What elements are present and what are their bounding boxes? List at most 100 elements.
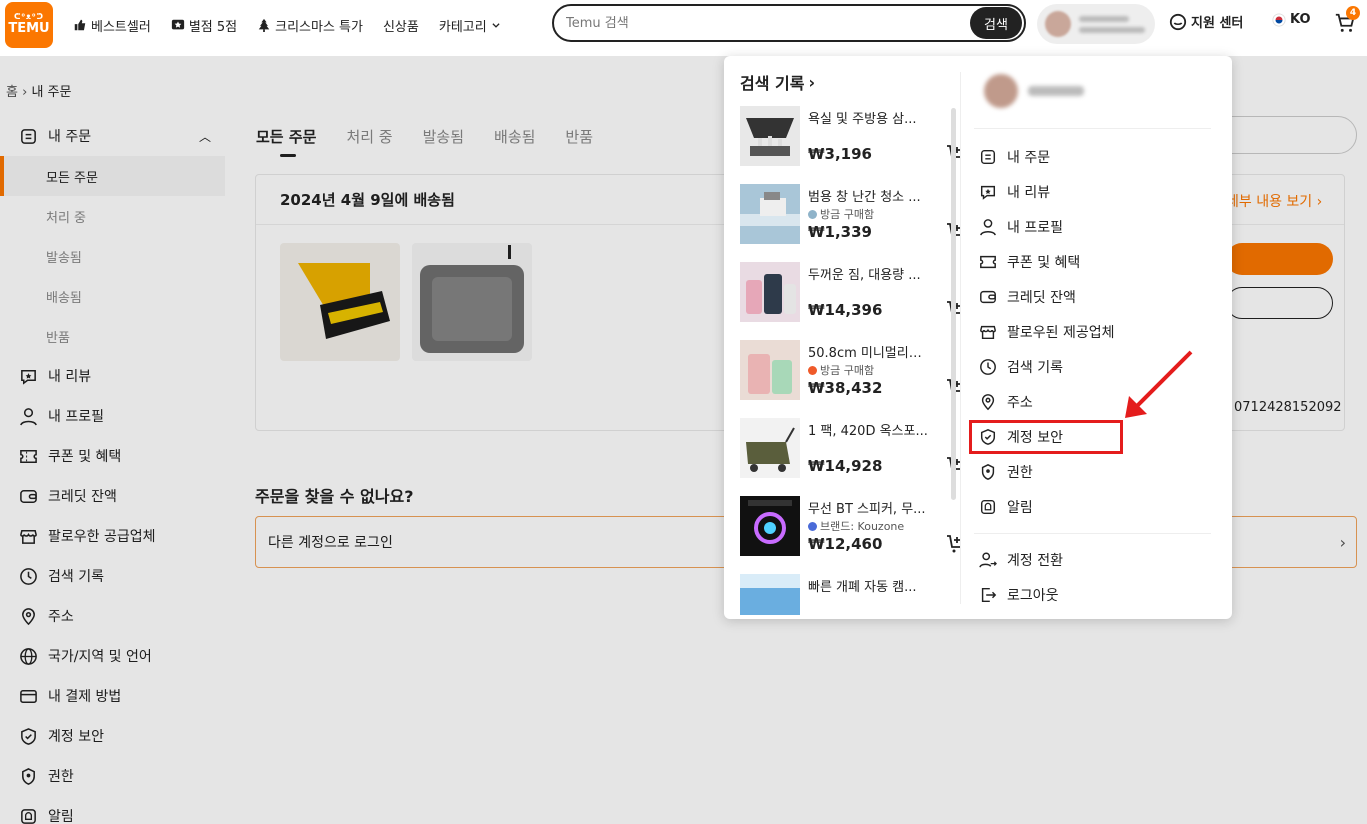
- menu-item-followed[interactable]: 팔로우된 제공업체: [979, 320, 1115, 344]
- nav-bestseller[interactable]: 베스트셀러: [73, 16, 151, 35]
- sidebar-sub-shipped[interactable]: 발송됨: [0, 236, 225, 276]
- sidebar-sub-processing[interactable]: 처리 중: [0, 196, 225, 236]
- sidebar-item-security[interactable]: 계정 보안: [0, 716, 225, 756]
- nav-category[interactable]: 카테고리: [439, 16, 501, 35]
- add-to-cart-icon[interactable]: [946, 534, 960, 554]
- sidebar-sub-delivered[interactable]: 배송됨: [0, 276, 225, 316]
- avatar: [984, 74, 1018, 108]
- history-product[interactable]: 범용 창 난간 청소 ... 방금 구매함 ₩1,339: [740, 184, 960, 262]
- product-image: [740, 262, 800, 322]
- history-product[interactable]: 무선 BT 스피커, 무... 브랜드: Kouzone ₩12,460: [740, 496, 960, 574]
- account-button[interactable]: [1037, 4, 1155, 44]
- nav-five-star[interactable]: 별점 5점: [171, 16, 237, 35]
- menu-item-address[interactable]: 주소: [979, 390, 1033, 414]
- product-name: 욕실 및 주방용 삼...: [808, 112, 917, 127]
- search-history-title[interactable]: 검색 기록 ›: [740, 70, 960, 94]
- star-badge-icon: [171, 19, 184, 30]
- not-found-title: 주문을 찾을 수 없나요?: [255, 487, 414, 506]
- account-name-blurred: [1079, 15, 1145, 33]
- menu-item-permissions[interactable]: 권한: [979, 460, 1033, 484]
- menu-item-history[interactable]: 검색 기록: [979, 355, 1063, 379]
- clock-icon: [980, 359, 996, 375]
- language-selector[interactable]: KO: [1272, 12, 1311, 27]
- tab-returns[interactable]: 반품: [565, 126, 593, 147]
- buyer-avatar-icon: [808, 209, 817, 219]
- menu-item-profile[interactable]: 내 프로필: [979, 215, 1063, 239]
- menu-item-notifications[interactable]: 알림: [979, 495, 1033, 519]
- profile-name-blurred: [1028, 86, 1084, 96]
- history-product[interactable]: 빠른 개폐 자동 캠...: [740, 574, 960, 615]
- menu-item-label: 계정 전환: [1007, 553, 1063, 569]
- menu-item-credit[interactable]: 크레딧 잔액: [979, 285, 1076, 309]
- sidebar-item-address[interactable]: 주소: [0, 596, 225, 636]
- order-detail-link[interactable]: 세부 내용 보기 ›: [1226, 191, 1322, 211]
- chevron-up-icon[interactable]: ︿: [199, 128, 211, 145]
- product-name: 50.8cm 미니멀리스...: [808, 346, 930, 361]
- product-info: 무선 BT 스피커, 무... 브랜드: Kouzone ₩12,460: [808, 496, 960, 574]
- menu-item-logout[interactable]: 로그아웃: [979, 583, 1059, 607]
- coupon-icon: [18, 446, 38, 466]
- sidebar-item-followed[interactable]: 팔로우한 공급업체: [0, 516, 225, 556]
- sidebar: 내 주문 ︿ 모든 주문 처리 중 발송됨 배송됨 반품 내 리뷰 내 프로필 …: [0, 116, 225, 824]
- search-input[interactable]: [566, 15, 970, 31]
- sidebar-item-orders[interactable]: 내 주문 ︿: [0, 116, 225, 156]
- menu-item-label: 권한: [1007, 465, 1033, 481]
- search-button[interactable]: 검색: [970, 7, 1022, 39]
- product-thumbnail-bathmat[interactable]: [412, 243, 532, 361]
- product-price: ₩3,196: [808, 145, 872, 163]
- history-product[interactable]: 욕실 및 주방용 삼... ₩3,196: [740, 106, 960, 184]
- history-scrollbar[interactable]: [951, 108, 956, 500]
- tab-processing[interactable]: 처리 중: [346, 126, 392, 147]
- support-chat-icon: [1169, 13, 1187, 30]
- history-product[interactable]: 50.8cm 미니멀리스... 방금 구매함 ₩38,432: [740, 340, 960, 418]
- menu-divider: [974, 533, 1211, 534]
- breadcrumb-home[interactable]: 홈: [6, 85, 18, 100]
- location-icon: [18, 606, 38, 626]
- nav-label: 베스트셀러: [91, 19, 151, 35]
- sidebar-item-coupons[interactable]: 쿠폰 및 혜택: [0, 436, 225, 476]
- tab-shipped[interactable]: 발송됨: [423, 126, 464, 147]
- sidebar-item-region[interactable]: 국가/지역 및 언어: [0, 636, 225, 676]
- product-info: 빠른 개폐 자동 캠...: [808, 574, 960, 615]
- wallet-icon: [980, 290, 996, 304]
- nav-label: 신상품: [382, 19, 419, 35]
- permission-icon: [18, 766, 38, 786]
- temu-logo[interactable]: ᕦ⁰ᴥ⁰ᕤ TEMU: [5, 2, 53, 48]
- order-secondary-button[interactable]: [1226, 287, 1333, 319]
- switch-account-icon: [979, 552, 997, 568]
- order-primary-button[interactable]: [1226, 243, 1333, 275]
- buyer-avatar-icon: [808, 365, 817, 375]
- tab-delivered[interactable]: 배송됨: [494, 126, 535, 147]
- bell-icon: [18, 806, 38, 824]
- tab-all[interactable]: 모든 주문: [256, 126, 316, 157]
- sidebar-item-permissions[interactable]: 권한: [0, 756, 225, 796]
- menu-item-orders[interactable]: 내 주문: [979, 145, 1050, 169]
- product-price: ₩12,460: [808, 535, 883, 553]
- sidebar-sub-all[interactable]: 모든 주문: [0, 156, 225, 196]
- menu-item-switch-account[interactable]: 계정 전환: [979, 548, 1063, 572]
- wallet-icon: [18, 486, 38, 506]
- history-product[interactable]: 두꺼운 짐, 대용량 ... ₩14,396: [740, 262, 960, 340]
- sidebar-item-payment[interactable]: 내 결제 방법: [0, 676, 225, 716]
- sidebar-item-label: 내 프로필: [48, 409, 104, 425]
- sidebar-sub-returns[interactable]: 반품: [0, 316, 225, 356]
- history-product[interactable]: 1 팩, 420D 옥스포... ₩14,928: [740, 418, 960, 496]
- sidebar-item-notifications[interactable]: 알림: [0, 796, 225, 824]
- product-image: [740, 106, 800, 166]
- nav-christmas[interactable]: 크리스마스 특가: [257, 16, 363, 35]
- product-tag: 방금 구매함: [808, 207, 960, 221]
- sidebar-item-reviews[interactable]: 내 리뷰: [0, 356, 225, 396]
- menu-divider: [974, 128, 1211, 129]
- profile-summary[interactable]: [984, 74, 1084, 108]
- sidebar-item-profile[interactable]: 내 프로필: [0, 396, 225, 436]
- support-center[interactable]: 지원 센터: [1169, 12, 1243, 31]
- review-icon: [18, 366, 38, 386]
- menu-item-coupons[interactable]: 쿠폰 및 혜택: [979, 250, 1080, 274]
- sidebar-item-credit[interactable]: 크레딧 잔액: [0, 476, 225, 516]
- breadcrumb-separator: ›: [22, 85, 28, 100]
- product-thumbnail-wiper[interactable]: [280, 243, 400, 361]
- menu-item-reviews[interactable]: 내 리뷰: [979, 180, 1050, 204]
- nav-new[interactable]: 신상품: [383, 16, 419, 35]
- sidebar-item-history[interactable]: 검색 기록: [0, 556, 225, 596]
- chevron-right-icon: ›: [808, 72, 816, 92]
